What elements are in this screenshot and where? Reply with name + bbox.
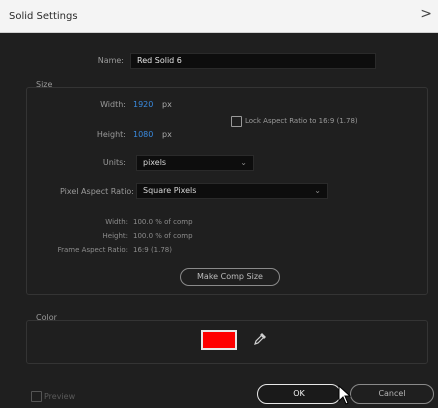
info-height-value: 100.0 % of comp [133,232,193,240]
height-unit: px [162,130,172,139]
units-value: pixels [143,158,167,167]
par-value: Square Pixels [143,186,197,195]
preview-label: Preview [44,392,76,401]
par-dropdown[interactable]: Square Pixels ⌄ [136,183,328,199]
height-label: Height: [96,130,126,139]
par-label: Pixel Aspect Ratio: [60,187,134,196]
height-value[interactable]: 1080 [133,130,153,139]
info-frame-label: Frame Aspect Ratio: [57,246,128,254]
units-dropdown[interactable]: pixels ⌄ [136,155,254,171]
width-value[interactable]: 1920 [133,100,153,109]
chevron-down-icon: ⌄ [240,158,247,167]
cancel-button[interactable]: Cancel [350,384,434,404]
info-height-label: Height: [102,232,129,240]
chevron-down-icon: ⌄ [314,186,321,195]
window-title: Solid Settings [9,11,78,22]
pointer-cursor-icon [338,385,352,405]
make-comp-size-button[interactable]: Make Comp Size [180,268,280,286]
name-field[interactable]: Red Solid 6 [130,53,376,69]
close-icon[interactable]: > [420,7,432,21]
info-width-value: 100.0 % of comp [133,218,193,226]
info-width-label: Width: [105,218,128,226]
units-label: Units: [102,158,126,167]
width-unit: px [162,100,172,109]
preview-checkbox[interactable] [31,391,42,402]
lock-aspect-label: Lock Aspect Ratio to 16:9 (1.78) [245,117,358,125]
eyedropper-icon[interactable] [253,332,267,346]
ok-button[interactable]: OK [257,384,341,404]
title-bar: Solid Settings > [0,0,438,33]
width-label: Width: [100,100,126,109]
name-label: Name: [97,56,124,65]
color-swatch[interactable] [201,330,237,350]
lock-aspect-checkbox[interactable] [231,116,242,127]
info-frame-value: 16:9 (1.78) [133,246,172,254]
